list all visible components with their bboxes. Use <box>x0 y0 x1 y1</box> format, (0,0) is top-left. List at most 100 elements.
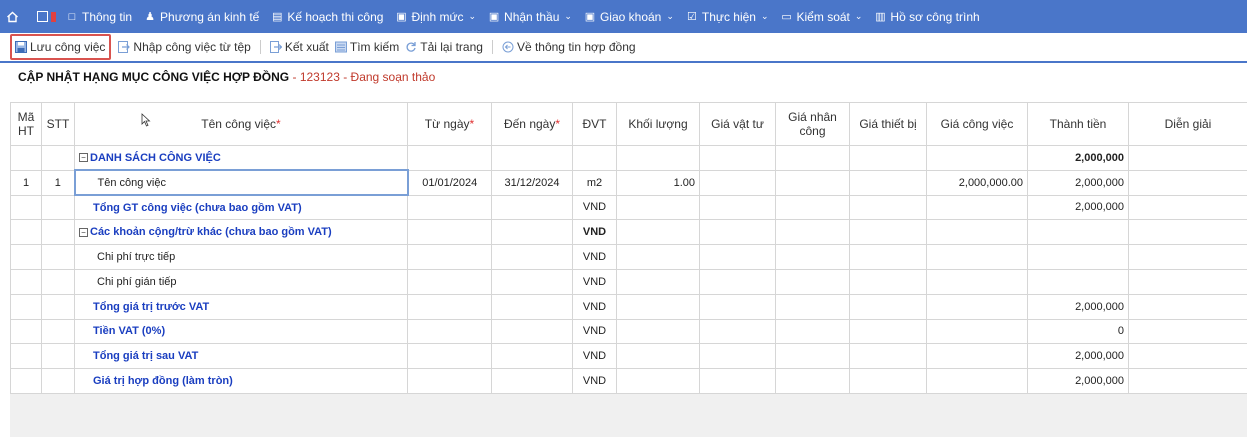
cell-ma-ht[interactable] <box>10 145 42 171</box>
cell-dien-giai[interactable] <box>1128 244 1247 270</box>
cell-gia-cong-viec[interactable]: 2,000,000.00 <box>926 169 1028 196</box>
save-button[interactable]: Lưu công việc <box>10 34 112 60</box>
cell-dien-giai[interactable] <box>1128 268 1247 295</box>
col-header-dien-giai[interactable]: Diễn giải <box>1128 102 1247 146</box>
cell-dvt[interactable]: VND <box>572 318 617 345</box>
cell-dvt[interactable]: VND <box>572 268 617 295</box>
table-row[interactable]: Chi phí trực tiếp VND <box>10 244 1247 270</box>
cell-den-ngay[interactable]: 31/12/2024 <box>491 169 573 196</box>
cell-gia-cong-viec[interactable] <box>926 145 1028 171</box>
col-header-gia-vat-tu[interactable]: Giá vật tư <box>699 102 776 146</box>
table-row[interactable]: − Các khoản cộng/trừ khác (chưa bao gồm V… <box>10 219 1247 246</box>
cell-dien-giai[interactable] <box>1128 169 1247 196</box>
table-row[interactable]: Tổng giá trị sau VAT VND 2,000,000 <box>10 343 1247 370</box>
cell-khoi-luong[interactable]: 1.00 <box>616 169 700 196</box>
back-to-contract-button[interactable]: Về thông tin hợp đồng <box>499 36 639 58</box>
col-header-ma-ht[interactable]: Mã HT <box>10 102 42 146</box>
cell-den-ngay[interactable] <box>491 268 573 295</box>
cell-gia-vat-tu[interactable] <box>699 194 776 221</box>
cell-khoi-luong[interactable] <box>616 368 700 394</box>
cell-khoi-luong[interactable] <box>616 268 700 295</box>
cell-gia-vat-tu[interactable] <box>699 268 776 295</box>
cell-khoi-luong[interactable] <box>616 244 700 270</box>
cell-thanh-tien[interactable]: 2,000,000 <box>1027 343 1129 370</box>
cell-tu-ngay[interactable]: 01/01/2024 <box>407 169 492 196</box>
cell-ten[interactable]: Tổng giá trị trước VAT <box>74 293 408 320</box>
cell-gia-thiet-bi[interactable] <box>849 145 927 171</box>
cell-den-ngay[interactable] <box>491 293 573 320</box>
nav-item-thuc-hien[interactable]: ☑ Thực hiện ⌄ <box>686 10 769 24</box>
cell-dvt[interactable]: VND <box>572 343 617 370</box>
cell-ten[interactable]: Tổng giá trị sau VAT <box>74 343 408 370</box>
cell-gia-cong-viec[interactable] <box>926 194 1028 221</box>
cell-dien-giai[interactable] <box>1128 293 1247 320</box>
cell-gia-vat-tu[interactable] <box>699 343 776 370</box>
cell-gia-vat-tu[interactable] <box>699 318 776 345</box>
nav-item-kiem-soat[interactable]: ▭ Kiểm soát ⌄ <box>781 10 862 24</box>
cell-ma-ht[interactable] <box>10 368 42 394</box>
cell-ten[interactable]: Tiền VAT (0%) <box>74 318 408 345</box>
cell-gia-thiet-bi[interactable] <box>849 293 927 320</box>
cell-den-ngay[interactable] <box>491 145 573 171</box>
cell-gia-cong-viec[interactable] <box>926 293 1028 320</box>
table-row[interactable]: − DANH SÁCH CÔNG VIỆC 2,000,000 <box>10 145 1247 171</box>
cell-khoi-luong[interactable] <box>616 293 700 320</box>
cell-dvt[interactable]: VND <box>572 368 617 394</box>
cell-ten[interactable]: − Các khoản cộng/trừ khác (chưa bao gồm V… <box>74 219 408 246</box>
cell-gia-thiet-bi[interactable] <box>849 219 927 246</box>
cell-thanh-tien[interactable]: 2,000,000 <box>1027 293 1129 320</box>
cell-tu-ngay[interactable] <box>407 219 492 246</box>
cell-stt[interactable] <box>41 368 75 394</box>
col-header-tu-ngay[interactable]: Từ ngày* <box>407 102 492 146</box>
cell-gia-cong-viec[interactable] <box>926 219 1028 246</box>
cell-tu-ngay[interactable] <box>407 368 492 394</box>
cell-gia-nhan-cong[interactable] <box>775 368 850 394</box>
cell-gia-nhan-cong[interactable] <box>775 219 850 246</box>
cell-thanh-tien[interactable] <box>1027 244 1129 270</box>
cell-dvt[interactable]: m2 <box>572 169 617 196</box>
cell-dvt[interactable]: VND <box>572 219 617 246</box>
cell-stt[interactable] <box>41 145 75 171</box>
cell-dien-giai[interactable] <box>1128 343 1247 370</box>
nav-item-thong-tin[interactable]: □ Thông tin <box>66 10 132 24</box>
cell-stt[interactable] <box>41 194 75 221</box>
cell-tu-ngay[interactable] <box>407 268 492 295</box>
cell-ma-ht[interactable] <box>10 194 42 221</box>
cell-tu-ngay[interactable] <box>407 293 492 320</box>
col-header-ten-cong-viec[interactable]: Tên công việc* <box>74 102 408 146</box>
cell-ten-selected[interactable]: Tên công việc <box>73 169 409 197</box>
cell-stt[interactable] <box>41 343 75 370</box>
nav-item-ho-so-cong-trinh[interactable]: ▥ Hồ sơ công trình <box>874 10 979 24</box>
cell-ma-ht[interactable]: 1 <box>10 169 42 196</box>
reload-button[interactable]: Tải lại trang <box>402 36 486 58</box>
cell-khoi-luong[interactable] <box>616 145 700 171</box>
cell-thanh-tien[interactable]: 2,000,000 <box>1027 368 1129 394</box>
cell-stt[interactable] <box>41 268 75 295</box>
cell-thanh-tien[interactable]: 2,000,000 <box>1027 145 1129 171</box>
cell-tu-ngay[interactable] <box>407 244 492 270</box>
cell-gia-vat-tu[interactable] <box>699 219 776 246</box>
cell-stt[interactable] <box>41 318 75 345</box>
cell-ma-ht[interactable] <box>10 244 42 270</box>
cell-ten[interactable]: − DANH SÁCH CÔNG VIỆC <box>74 145 408 171</box>
nav-item-ke-hoach-thi-cong[interactable]: ▤ Kế hoạch thi công <box>271 10 383 24</box>
cell-khoi-luong[interactable] <box>616 194 700 221</box>
nav-item-nhan-thau[interactable]: ▣ Nhận thầu ⌄ <box>488 10 572 24</box>
collapse-icon[interactable]: − <box>79 227 88 237</box>
cell-gia-thiet-bi[interactable] <box>849 318 927 345</box>
nav-item-giao-khoan[interactable]: ▣ Giao khoán ⌄ <box>584 10 674 24</box>
table-row[interactable]: 1 1 Tên công việc 01/01/2024 31/12/2024 … <box>10 169 1247 197</box>
col-header-thanh-tien[interactable]: Thành tiền <box>1027 102 1129 146</box>
cell-gia-cong-viec[interactable] <box>926 343 1028 370</box>
table-row[interactable]: Tổng giá trị trước VAT VND 2,000,000 <box>10 293 1247 320</box>
cell-tu-ngay[interactable] <box>407 318 492 345</box>
col-header-gia-thiet-bi[interactable]: Giá thiết bị <box>849 102 927 146</box>
cell-dvt[interactable] <box>572 145 617 171</box>
cell-tu-ngay[interactable] <box>407 194 492 221</box>
cell-khoi-luong[interactable] <box>616 219 700 246</box>
cell-ten[interactable]: Chi phí trực tiếp <box>74 244 408 270</box>
cell-dien-giai[interactable] <box>1128 219 1247 246</box>
cell-gia-nhan-cong[interactable] <box>775 293 850 320</box>
cell-stt[interactable] <box>41 293 75 320</box>
cell-gia-cong-viec[interactable] <box>926 368 1028 394</box>
